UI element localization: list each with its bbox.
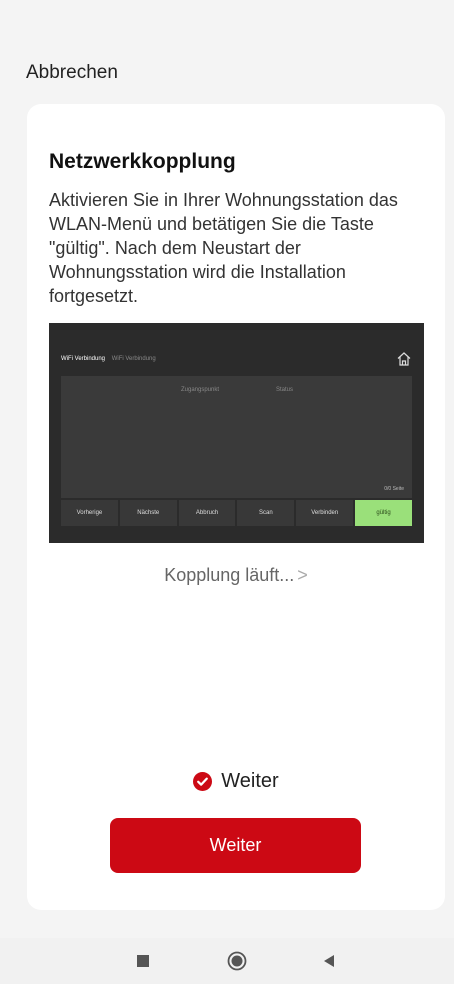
page-indicator: 0/0 Seite [384,486,404,492]
device-button-scan: Scan [237,500,295,526]
check-circle-icon [193,772,213,791]
square-icon[interactable] [135,953,151,969]
device-screen-header: WiFi Verbindung WiFi Verbindung [61,356,156,362]
device-screen-title: WiFi Verbindung [61,356,106,362]
device-screen-list: Zugangspunkt Status 0/0 Seite [61,376,412,498]
confirm-label: Weiter [221,770,279,792]
confirm-checkbox[interactable]: Weiter [27,770,445,793]
column-header-access-point: Zugangspunkt [181,387,220,393]
device-screen-image: WiFi Verbindung WiFi Verbindung Zugangsp… [49,323,424,543]
circle-icon[interactable] [227,951,247,971]
device-button-previous: Vorherige [61,500,118,526]
device-button-connect: Verbinden [296,500,354,526]
back-triangle-icon[interactable] [321,953,337,969]
pairing-status[interactable]: Kopplung läuft... > [27,565,445,586]
device-screen-buttons: Vorherige Nächste Abbruch Scan Verbinden… [61,500,412,526]
home-icon [397,352,411,366]
pairing-card: Netzwerkkopplung Aktivieren Sie in Ihrer… [27,104,445,910]
page-title: Netzwerkkopplung [49,150,236,173]
instructions-text: Aktivieren Sie in Ihrer Wohnungsstation … [49,190,398,306]
device-button-valid: gültig [355,500,412,526]
device-screen-subtitle: WiFi Verbindung [111,356,156,362]
column-header-status: Status [276,387,294,393]
cancel-button[interactable]: Abbrechen [26,62,118,84]
chevron-right-icon: > [297,565,308,585]
continue-button[interactable]: Weiter [110,818,361,873]
pairing-status-text: Kopplung läuft... [164,565,295,585]
device-button-abort: Abbruch [178,500,236,526]
device-button-next: Nächste [119,500,177,526]
system-nav-bar [0,938,454,984]
